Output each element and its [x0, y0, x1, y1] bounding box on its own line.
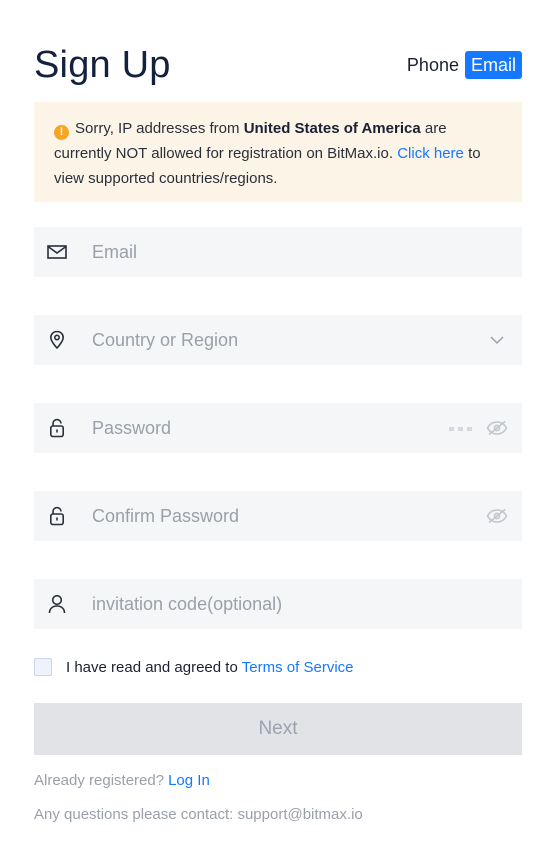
tab-email[interactable]: Email	[464, 51, 522, 79]
password-strength-indicator	[449, 427, 472, 431]
invitation-code-input[interactable]	[92, 579, 452, 629]
invitation-field-container	[34, 579, 522, 629]
eye-slash-icon[interactable]	[486, 418, 508, 438]
mail-icon	[47, 242, 67, 262]
login-link[interactable]: Log In	[168, 772, 210, 789]
email-input[interactable]	[92, 227, 452, 277]
notice-country: United States of America	[243, 120, 421, 137]
eye-slash-icon[interactable]	[486, 506, 508, 526]
country-field-container[interactable]	[34, 315, 522, 365]
contact-info: Any questions please contact: support@bi…	[34, 806, 363, 823]
country-select[interactable]	[92, 315, 452, 365]
notice-prefix: Sorry, IP addresses from	[75, 120, 240, 137]
ip-restriction-notice: ! Sorry, IP addresses from United States …	[34, 102, 522, 202]
email-field-container	[34, 227, 522, 277]
signup-mode-switch: Phone Email	[401, 51, 522, 79]
chevron-down-icon[interactable]	[486, 330, 508, 350]
header: Sign Up Phone Email	[34, 40, 522, 92]
location-pin-icon	[47, 330, 67, 350]
confirm-password-input[interactable]	[92, 491, 452, 541]
user-icon	[47, 594, 67, 614]
tab-phone[interactable]: Phone	[401, 51, 465, 79]
terms-of-service-link[interactable]: Terms of Service	[242, 659, 354, 676]
supported-regions-link[interactable]: Click here	[397, 145, 464, 162]
lock-icon	[47, 506, 67, 526]
password-field-container	[34, 403, 522, 453]
terms-text: I have read and agreed to	[66, 658, 238, 676]
terms-agreement: I have read and agreed to Terms of Servi…	[34, 657, 354, 677]
password-input[interactable]	[92, 403, 452, 453]
terms-checkbox[interactable]	[34, 658, 52, 676]
page-title: Sign Up	[34, 44, 171, 86]
login-prompt: Already registered? Log In	[34, 772, 210, 789]
warning-icon: !	[54, 125, 69, 140]
already-registered-text: Already registered?	[34, 772, 165, 789]
confirm-password-field-container	[34, 491, 522, 541]
next-button[interactable]: Next	[34, 703, 522, 755]
lock-icon	[47, 418, 67, 438]
